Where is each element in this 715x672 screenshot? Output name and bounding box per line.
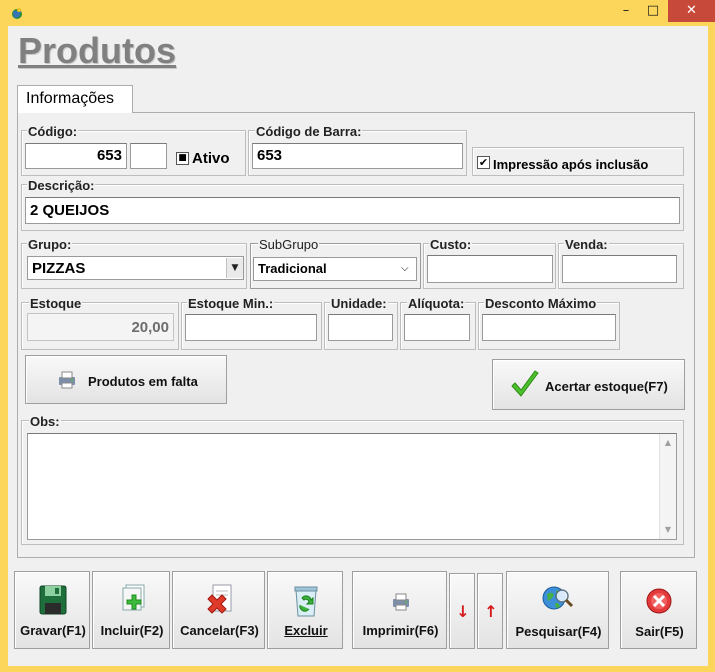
aliquota-field[interactable] [404, 314, 470, 341]
codigo-field[interactable]: 653 [25, 143, 127, 169]
cancelar-button[interactable]: Cancelar(F3) [172, 571, 265, 649]
custo-field[interactable] [427, 255, 553, 283]
obs-label: Obs: [29, 414, 61, 429]
desconto-field[interactable] [482, 314, 616, 341]
arrow-down-icon: ↓ [456, 602, 470, 621]
aliquota-label: Alíquota: [407, 296, 466, 311]
imprimir-button[interactable]: Imprimir(F6) [352, 571, 447, 649]
grupo-label: Grupo: [27, 237, 73, 252]
estoque-field[interactable]: 20,00 [27, 313, 174, 341]
descricao-field[interactable]: 2 QUEIJOS [25, 197, 680, 224]
estoque-min-label: Estoque Min.: [187, 296, 275, 311]
checkmark-icon [509, 369, 541, 401]
codigo-barra-field[interactable]: 653 [252, 143, 463, 169]
close-button[interactable]: ✕ [668, 0, 715, 22]
codigo-barra-label: Código de Barra: [255, 124, 363, 139]
move-down-button[interactable]: ↓ [449, 573, 475, 649]
arrow-up-icon: ↑ [484, 602, 498, 621]
estoque-label: Estoque [29, 296, 83, 311]
obs-textarea[interactable] [27, 433, 677, 540]
page-title: Produtos [18, 30, 176, 71]
subgrupo-dropdown[interactable]: Tradicional [253, 257, 417, 281]
move-up-button[interactable]: ↑ [477, 573, 503, 649]
estoque-min-field[interactable] [185, 314, 317, 341]
minimize-button[interactable]: – [613, 0, 639, 22]
gravar-button[interactable]: Gravar(F1) [14, 571, 90, 649]
impressao-label: Impressão após inclusão [493, 157, 649, 172]
pesquisar-button[interactable]: Pesquisar(F4) [506, 571, 609, 649]
venda-label: Venda: [564, 237, 609, 252]
app-icon[interactable] [10, 7, 24, 20]
sair-button[interactable]: Sair(F5) [620, 571, 697, 649]
cancelar-label: Cancelar(F3) [180, 623, 259, 638]
printer-icon [390, 592, 412, 612]
imprimir-label: Imprimir(F6) [362, 623, 439, 638]
maximize-button[interactable]: □ [640, 0, 666, 22]
unidade-label: Unidade: [330, 296, 388, 311]
tab-informacoes[interactable]: Informações [17, 85, 133, 113]
scroll-up-icon[interactable]: ▲ [660, 438, 676, 447]
codigo-label: Código: [27, 124, 79, 139]
incluir-label: Incluir(F2) [100, 623, 164, 638]
cancel-document-icon [205, 584, 235, 618]
incluir-button[interactable]: Incluir(F2) [92, 571, 170, 649]
floppy-disk-icon [39, 585, 67, 615]
descricao-label: Descrição: [27, 178, 96, 193]
subgrupo-value: Tradicional [258, 261, 327, 276]
sair-label: Sair(F5) [635, 624, 684, 639]
exit-icon [645, 587, 673, 615]
printer-icon [56, 370, 78, 390]
codigo-suffix-field[interactable] [130, 143, 167, 169]
produtos-em-falta-button[interactable]: Produtos em falta [25, 355, 227, 404]
scroll-down-icon[interactable]: ▼ [660, 525, 676, 534]
gravar-label: Gravar(F1) [20, 623, 86, 638]
unidade-field[interactable] [328, 314, 393, 341]
obs-scrollbar[interactable]: ▲ ▼ [659, 434, 676, 539]
venda-field[interactable] [562, 255, 677, 283]
acertar-estoque-label: Acertar estoque(F7) [545, 379, 668, 394]
grupo-dropdown-arrow-icon[interactable]: ▼ [226, 258, 243, 278]
desconto-label: Desconto Máximo [484, 296, 598, 311]
add-document-icon [118, 584, 148, 618]
excluir-label: Excluir [284, 623, 328, 638]
acertar-estoque-button[interactable]: Acertar estoque(F7) [492, 359, 685, 410]
ativo-checkbox[interactable]: ■ [176, 152, 189, 165]
impressao-checkbox[interactable]: ✔ [477, 156, 490, 169]
excluir-button[interactable]: Excluir [267, 571, 343, 649]
produtos-em-falta-label: Produtos em falta [88, 374, 198, 389]
subgrupo-label: SubGrupo [258, 237, 320, 252]
custo-label: Custo: [429, 237, 473, 252]
search-globe-icon [542, 584, 574, 616]
title-bar: – □ ✕ [0, 0, 715, 26]
pesquisar-label: Pesquisar(F4) [515, 624, 602, 639]
grupo-value: PIZZAS [32, 260, 86, 277]
subgrupo-chevron-icon[interactable]: ⌵ [401, 263, 409, 274]
grupo-dropdown[interactable]: PIZZAS [27, 256, 244, 280]
ativo-label: Ativo [192, 150, 230, 167]
recycle-bin-icon [292, 584, 320, 618]
